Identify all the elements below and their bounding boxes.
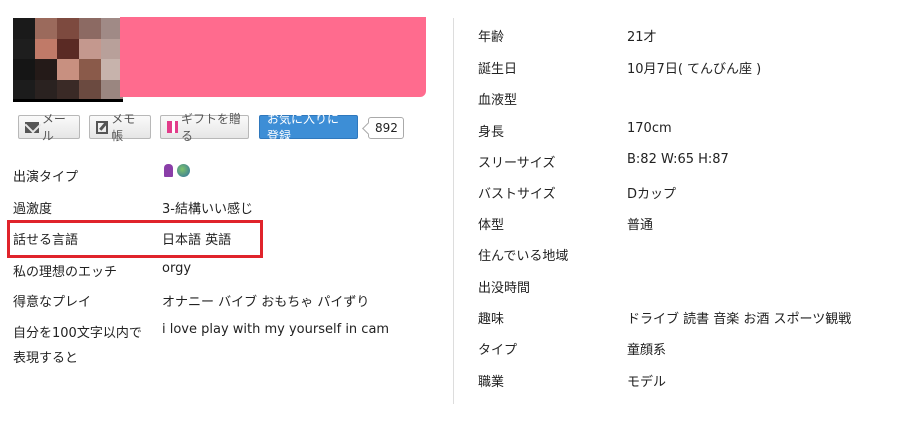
row-label-languages: 話せる言語 bbox=[13, 233, 79, 248]
gift-button-label: ギフトを贈る bbox=[181, 112, 242, 143]
avatar-pixel bbox=[57, 59, 79, 80]
row-value-ideal: orgy bbox=[162, 261, 192, 276]
favorite-count: 892 bbox=[375, 121, 398, 135]
row-value-age: 21才 bbox=[627, 30, 657, 45]
row-label-appearance-type: 出演タイプ bbox=[13, 170, 79, 185]
row-value-birthday: 10月7日( てんびん座 ) bbox=[627, 62, 762, 77]
row-value-specialty: オナニー バイブ おもちゃ パイずり bbox=[162, 295, 370, 310]
row-label-body-type: 体型 bbox=[478, 218, 505, 233]
memo-button[interactable]: メモ帳 bbox=[89, 112, 151, 143]
redacted-name-block bbox=[120, 17, 426, 97]
avatar-pixel bbox=[35, 38, 57, 59]
avatar-pixel bbox=[79, 79, 101, 100]
mail-button-label: メール bbox=[41, 112, 66, 143]
row-label-active-hours: 出没時間 bbox=[478, 281, 531, 296]
globe-icon bbox=[177, 164, 190, 177]
avatar-pixel bbox=[79, 59, 101, 80]
row-label-occupation: 職業 bbox=[478, 375, 505, 390]
avatar-pixel bbox=[57, 38, 79, 59]
row-label-blood-type: 血液型 bbox=[478, 93, 518, 108]
avatar-pixel bbox=[57, 18, 79, 39]
row-label-self-description-line2: 表現すると bbox=[13, 351, 79, 366]
row-label-hobbies: 趣味 bbox=[478, 312, 505, 327]
row-value-type: 童顔系 bbox=[627, 343, 667, 358]
column-divider bbox=[453, 18, 454, 404]
gift-button[interactable]: ギフトを贈る bbox=[160, 112, 249, 143]
avatar-pixel bbox=[79, 18, 101, 39]
avatar-pixel bbox=[13, 18, 35, 39]
avatar-pixel bbox=[35, 59, 57, 80]
avatar-pixel bbox=[35, 79, 57, 100]
row-value-hobbies: ドライブ 読書 音楽 お酒 スポーツ観戦 bbox=[627, 312, 852, 327]
avatar-pixel bbox=[57, 79, 79, 100]
row-label-specialty: 得意なプレイ bbox=[13, 295, 92, 310]
person-icon bbox=[164, 164, 173, 177]
row-value-body-type: 普通 bbox=[627, 218, 654, 233]
avatar-pixel bbox=[13, 79, 35, 100]
avatar-underline bbox=[13, 99, 123, 102]
row-label-height: 身長 bbox=[478, 125, 505, 140]
row-label-type: タイプ bbox=[478, 343, 518, 358]
mail-button[interactable]: メール bbox=[18, 112, 80, 143]
row-value-height: 170cm bbox=[627, 121, 672, 136]
row-label-intensity: 過激度 bbox=[13, 202, 53, 217]
row-label-ideal: 私の理想のエッチ bbox=[13, 265, 118, 280]
gift-icon bbox=[167, 121, 179, 133]
row-label-bust-size: バストサイズ bbox=[478, 187, 556, 202]
row-label-region: 住んでいる地域 bbox=[478, 249, 569, 264]
row-label-birthday: 誕生日 bbox=[478, 62, 518, 77]
row-value-self-description: i love play with my yourself in cam bbox=[162, 322, 390, 337]
mail-icon bbox=[25, 121, 39, 133]
appearance-type-icons bbox=[164, 164, 190, 177]
row-label-self-description: 自分を100文字以内で bbox=[13, 326, 142, 341]
row-value-occupation: モデル bbox=[627, 375, 667, 390]
row-value-languages: 日本語 英語 bbox=[162, 233, 232, 248]
profile-avatar bbox=[13, 18, 123, 100]
row-value-three-sizes: B:82 W:65 H:87 bbox=[627, 152, 729, 167]
row-value-intensity: 3-結構いい感じ bbox=[162, 202, 253, 217]
row-label-age: 年齢 bbox=[478, 30, 505, 45]
row-value-bust-size: Dカップ bbox=[627, 187, 677, 202]
avatar-pixel bbox=[35, 18, 57, 39]
favorite-button[interactable]: お気に入りに登録 bbox=[259, 112, 358, 143]
avatar-pixel bbox=[13, 38, 35, 59]
avatar-pixel bbox=[13, 59, 35, 80]
memo-icon bbox=[96, 120, 109, 134]
favorite-button-label: お気に入りに登録 bbox=[267, 112, 340, 143]
row-label-three-sizes: スリーサイズ bbox=[478, 156, 556, 171]
avatar-pixel bbox=[79, 38, 101, 59]
memo-button-label: メモ帳 bbox=[111, 112, 136, 143]
favorite-count-badge: 892 bbox=[368, 117, 404, 139]
